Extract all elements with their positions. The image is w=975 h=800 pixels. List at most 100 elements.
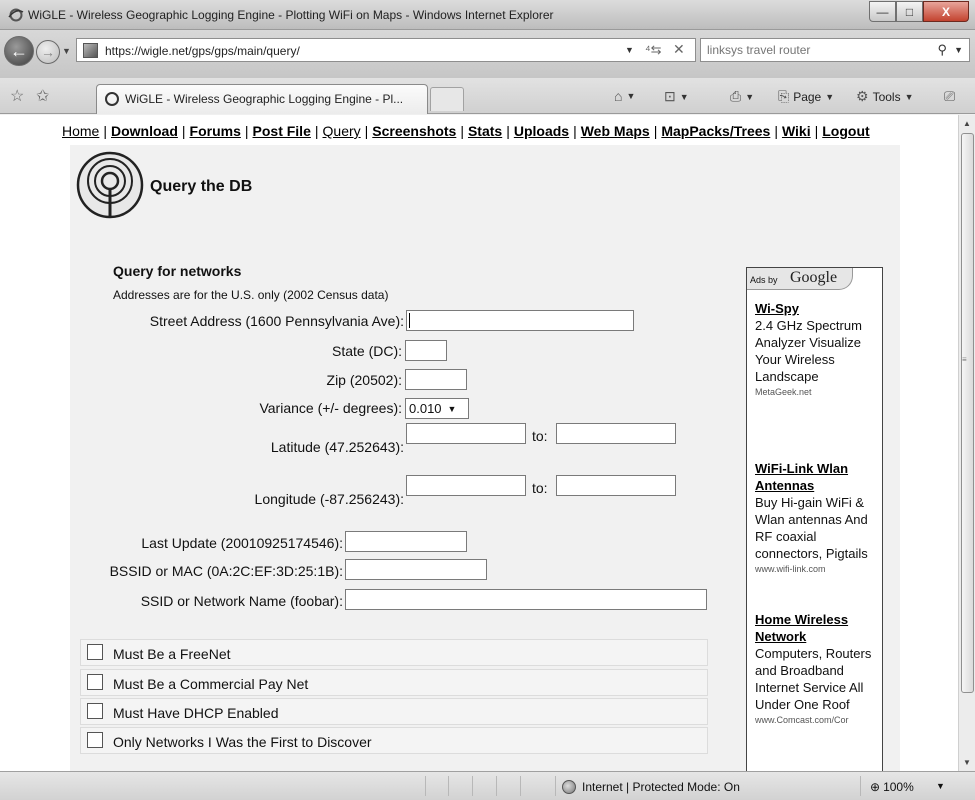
nav-link-wiki[interactable]: Wiki	[782, 123, 811, 139]
search-box[interactable]: ⚲ ▼	[700, 38, 970, 62]
longitude-from-field[interactable]	[406, 475, 526, 496]
close-button[interactable]: X	[923, 1, 969, 22]
nav-separator: |	[460, 123, 464, 139]
refresh-icon[interactable]: ⁴⇆	[645, 42, 661, 58]
ad-url[interactable]: www.wifi-link.com	[755, 563, 879, 575]
ad-item[interactable]: Wi-Spy 2.4 GHz Spectrum Analyzer Visuali…	[755, 300, 879, 398]
checkbox-label: Must Have DHCP Enabled	[113, 705, 279, 721]
ad-item[interactable]: WiFi-Link Wlan Antennas Buy Hi-gain WiFi…	[755, 460, 879, 575]
nav-link-web-maps[interactable]: Web Maps	[581, 123, 650, 139]
street-address-label: Street Address (1600 Pennsylvania Ave):	[149, 313, 404, 329]
checkbox-row-dhcp[interactable]: Must Have DHCP Enabled	[80, 698, 708, 725]
address-bar[interactable]: https://wigle.net/gps/gps/main/query/ ▼ …	[76, 38, 696, 62]
home-dropdown-icon[interactable]: ▼	[626, 91, 635, 101]
nav-separator: |	[573, 123, 577, 139]
ads-header[interactable]: Ads by Google	[747, 268, 853, 290]
home-button[interactable]: ⌂ ▼	[614, 88, 635, 104]
tools-gear-icon: ⚙	[856, 88, 869, 104]
status-divider	[496, 776, 497, 796]
zip-field[interactable]	[405, 369, 467, 390]
page-menu[interactable]: ⎘ Page ▼	[778, 88, 834, 105]
nav-link-download[interactable]: Download	[111, 123, 178, 139]
nav-link-home[interactable]: Home	[62, 123, 99, 139]
maximize-button[interactable]: □	[896, 1, 923, 22]
add-favorites-icon[interactable]: ✩	[36, 86, 49, 106]
bssid-field[interactable]	[345, 559, 487, 580]
variance-label: Variance (+/- degrees):	[259, 400, 402, 416]
longitude-to-field[interactable]	[556, 475, 676, 496]
tools-menu[interactable]: ⚙ Tools ▼	[856, 88, 914, 105]
research-button[interactable]: ⎚	[944, 88, 955, 105]
zoom-dropdown-icon[interactable]: ▼	[936, 781, 945, 791]
nav-separator: |	[181, 123, 186, 139]
state-label: State (DC):	[331, 343, 402, 359]
status-divider	[448, 776, 449, 796]
latitude-from-field[interactable]	[406, 423, 526, 444]
forward-button[interactable]: →	[36, 40, 60, 64]
status-divider	[520, 776, 521, 796]
address-dropdown-icon[interactable]: ▼	[625, 45, 634, 55]
checkbox-row-freenet[interactable]: Must Be a FreeNet	[80, 639, 708, 666]
address-url[interactable]: https://wigle.net/gps/gps/main/query/	[105, 44, 300, 58]
checkbox-row-commercial[interactable]: Must Be a Commercial Pay Net	[80, 669, 708, 696]
recent-pages-dropdown-icon[interactable]: ▼	[62, 46, 71, 56]
stop-icon[interactable]: ✕	[673, 41, 685, 58]
nav-link-forums[interactable]: Forums	[190, 123, 241, 139]
dhcp-checkbox[interactable]	[87, 703, 103, 719]
freenet-checkbox[interactable]	[87, 644, 103, 660]
zip-label: Zip (20502):	[326, 372, 402, 388]
ad-title[interactable]: WiFi-Link Wlan Antennas	[755, 460, 879, 494]
latitude-to-field[interactable]	[556, 423, 676, 444]
variance-select[interactable]: 0.010 ▼	[405, 398, 469, 419]
first-discover-checkbox[interactable]	[87, 732, 103, 748]
chevron-down-icon: ▼	[447, 403, 457, 414]
last-update-field[interactable]	[345, 531, 467, 552]
longitude-label: Longitude (-87.256243):	[254, 491, 404, 507]
ad-title[interactable]: Home Wireless Network	[755, 611, 879, 645]
nav-link-stats[interactable]: Stats	[468, 123, 502, 139]
nav-link-uploads[interactable]: Uploads	[514, 123, 569, 139]
nav-separator: |	[506, 123, 510, 139]
street-address-field[interactable]	[406, 310, 634, 331]
print-button[interactable]: ⎙ ▼	[730, 88, 754, 105]
nav-link-logout[interactable]: Logout	[822, 123, 869, 139]
vertical-scrollbar[interactable]: ▲ ≡ ▼	[958, 115, 975, 771]
search-icon[interactable]: ⚲	[937, 42, 947, 58]
window-titlebar[interactable]: WiGLE - Wireless Geographic Logging Engi…	[0, 0, 975, 30]
ad-url[interactable]: MetaGeek.net	[755, 386, 879, 398]
scroll-up-icon[interactable]: ▲	[963, 119, 971, 128]
commercial-checkbox[interactable]	[87, 674, 103, 690]
page-dropdown-icon: ▼	[825, 91, 835, 102]
feeds-button[interactable]: ⊡ ▼	[664, 88, 689, 105]
scrollbar-grip-icon: ≡	[962, 355, 967, 364]
scroll-down-icon[interactable]: ▼	[963, 758, 971, 767]
new-tab-button[interactable]	[430, 87, 464, 111]
search-dropdown-icon[interactable]: ▼	[954, 45, 963, 55]
nav-link-mappacks-trees[interactable]: MapPacks/Trees	[661, 123, 770, 139]
checkbox-label: Must Be a Commercial Pay Net	[113, 676, 309, 692]
minimize-button[interactable]: —	[869, 1, 896, 22]
search-input[interactable]	[707, 42, 927, 58]
scrollbar-thumb[interactable]	[961, 133, 974, 693]
checkbox-row-first-discover[interactable]: Only Networks I Was the First to Discove…	[80, 727, 708, 754]
ad-item[interactable]: Home Wireless Network Computers, Routers…	[755, 611, 879, 726]
ad-title[interactable]: Wi-Spy	[755, 300, 879, 317]
nav-link-post-file[interactable]: Post File	[253, 123, 311, 139]
favorites-star-icon[interactable]: ☆	[10, 86, 24, 106]
zoom-control[interactable]: ⊕ 100%	[870, 780, 914, 794]
tab-wigle[interactable]: WiGLE - Wireless Geographic Logging Engi…	[96, 84, 428, 114]
tools-menu-label: Tools	[872, 89, 901, 104]
feeds-dropdown-icon[interactable]: ▼	[680, 92, 689, 102]
back-arrow-icon: ←	[10, 40, 28, 61]
security-zone[interactable]: Internet | Protected Mode: On	[562, 780, 740, 794]
print-dropdown-icon[interactable]: ▼	[745, 92, 754, 102]
zoom-level: 100%	[883, 780, 914, 794]
nav-link-query[interactable]: Query	[323, 123, 361, 139]
ssid-field[interactable]	[345, 589, 707, 610]
back-button[interactable]: ←	[4, 36, 34, 66]
ssid-label: SSID or Network Name (foobar):	[140, 593, 343, 609]
state-field[interactable]	[405, 340, 447, 361]
status-divider	[860, 776, 861, 796]
ad-url[interactable]: www.Comcast.com/Cor	[755, 714, 879, 726]
nav-link-screenshots[interactable]: Screenshots	[372, 123, 456, 139]
